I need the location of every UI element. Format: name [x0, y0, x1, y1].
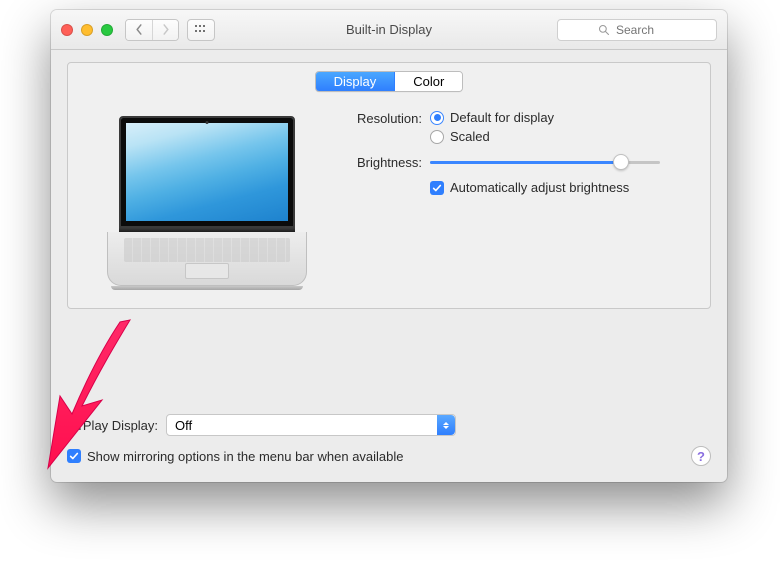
- tab-bar: Display Color: [82, 71, 696, 92]
- brightness-label: Brightness:: [332, 154, 422, 170]
- auto-brightness-row: Automatically adjust brightness: [332, 180, 696, 195]
- radio-icon: [430, 111, 444, 125]
- macbook-illustration: [107, 116, 307, 290]
- zoom-window-button[interactable]: [101, 24, 113, 36]
- resolution-default-radio[interactable]: Default for display: [430, 110, 554, 125]
- airplay-popup[interactable]: Off: [166, 414, 456, 436]
- radio-icon: [430, 130, 444, 144]
- back-button[interactable]: [126, 20, 152, 40]
- preferences-window: Built-in Display Display Color: [51, 10, 727, 482]
- window-body: Display Color Resolution:: [51, 50, 727, 482]
- resolution-label: Resolution:: [332, 110, 422, 126]
- settings-column: Resolution: Default for display Scaled: [332, 110, 696, 290]
- search-input[interactable]: [616, 23, 676, 37]
- airplay-row: AirPlay Display: Off: [67, 414, 711, 436]
- close-window-button[interactable]: [61, 24, 73, 36]
- brightness-row: Brightness:: [332, 154, 696, 170]
- show-all-button[interactable]: [187, 19, 215, 41]
- mirroring-checkbox[interactable]: Show mirroring options in the menu bar w…: [67, 449, 404, 464]
- airplay-value: Off: [175, 418, 192, 433]
- brightness-slider[interactable]: [430, 154, 660, 170]
- tab-color[interactable]: Color: [394, 72, 462, 91]
- radio-label: Default for display: [450, 110, 554, 125]
- checkbox-label: Show mirroring options in the menu bar w…: [87, 449, 404, 464]
- window-toolbar: Built-in Display: [51, 10, 727, 50]
- resolution-row: Resolution: Default for display Scaled: [332, 110, 696, 144]
- resolution-scaled-radio[interactable]: Scaled: [430, 129, 554, 144]
- help-button[interactable]: ?: [691, 446, 711, 466]
- minimize-window-button[interactable]: [81, 24, 93, 36]
- checkbox-icon: [67, 449, 81, 463]
- grid-icon: [195, 25, 207, 35]
- search-icon: [598, 24, 610, 36]
- radio-label: Scaled: [450, 129, 490, 144]
- slider-fill: [430, 161, 621, 164]
- bottom-section: AirPlay Display: Off Show mirroring opti…: [67, 414, 711, 466]
- airplay-label: AirPlay Display:: [67, 418, 158, 433]
- auto-brightness-checkbox[interactable]: Automatically adjust brightness: [430, 180, 629, 195]
- settings-row: Resolution: Default for display Scaled: [82, 110, 696, 290]
- nav-back-forward: [125, 19, 179, 41]
- slider-thumb[interactable]: [613, 154, 629, 170]
- tab-control: Display Color: [315, 71, 464, 92]
- popup-arrows-icon: [437, 415, 455, 435]
- search-field[interactable]: [557, 19, 717, 41]
- checkbox-label: Automatically adjust brightness: [450, 180, 629, 195]
- footer-row: Show mirroring options in the menu bar w…: [67, 446, 711, 466]
- checkbox-icon: [430, 181, 444, 195]
- display-settings-panel: Display Color Resolution:: [67, 62, 711, 309]
- resolution-radio-group: Default for display Scaled: [430, 110, 554, 144]
- tab-display[interactable]: Display: [316, 72, 395, 91]
- device-preview: [82, 110, 332, 290]
- forward-button[interactable]: [152, 20, 178, 40]
- traffic-lights: [61, 24, 113, 36]
